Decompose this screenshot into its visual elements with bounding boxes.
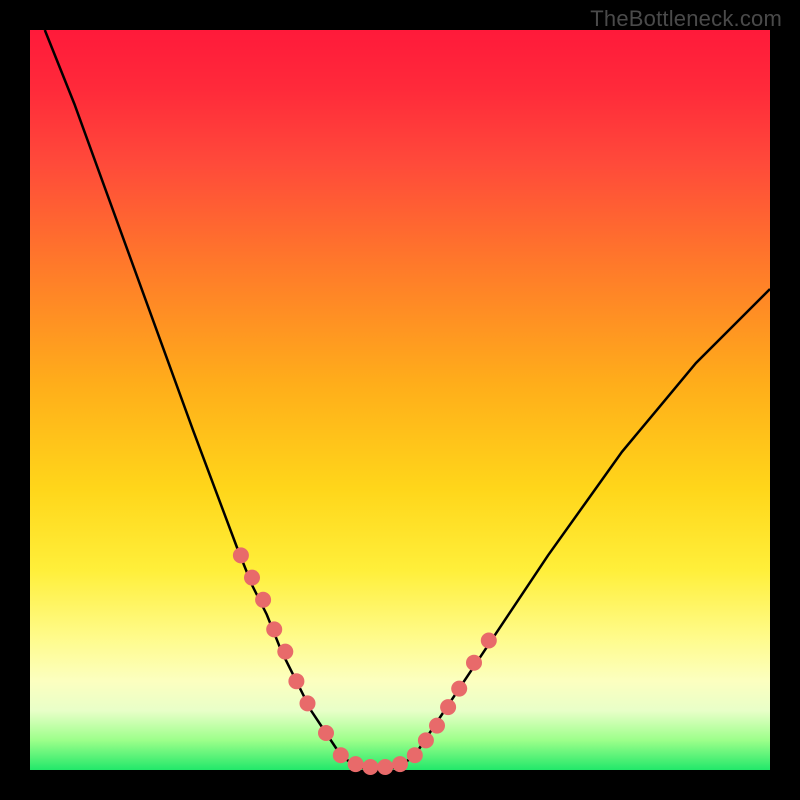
marker-point: [392, 756, 408, 772]
marker-point: [318, 725, 334, 741]
chart-container: TheBottleneck.com: [0, 0, 800, 800]
bottleneck-curve: [45, 30, 770, 770]
watermark-text: TheBottleneck.com: [590, 6, 782, 32]
marker-point: [348, 756, 364, 772]
chart-svg: [30, 30, 770, 770]
marker-point: [362, 759, 378, 775]
marker-point: [300, 695, 316, 711]
marker-point: [451, 681, 467, 697]
marker-point: [377, 759, 393, 775]
plot-area: [30, 30, 770, 770]
marker-point: [440, 699, 456, 715]
marker-point: [244, 570, 260, 586]
marker-point: [466, 655, 482, 671]
marker-point: [418, 732, 434, 748]
marker-point: [266, 621, 282, 637]
marker-point: [429, 718, 445, 734]
marker-point: [333, 747, 349, 763]
marker-point: [288, 673, 304, 689]
marker-point: [407, 747, 423, 763]
marker-point: [233, 547, 249, 563]
marker-point: [255, 592, 271, 608]
marker-group: [233, 547, 497, 775]
marker-point: [277, 644, 293, 660]
marker-point: [481, 633, 497, 649]
